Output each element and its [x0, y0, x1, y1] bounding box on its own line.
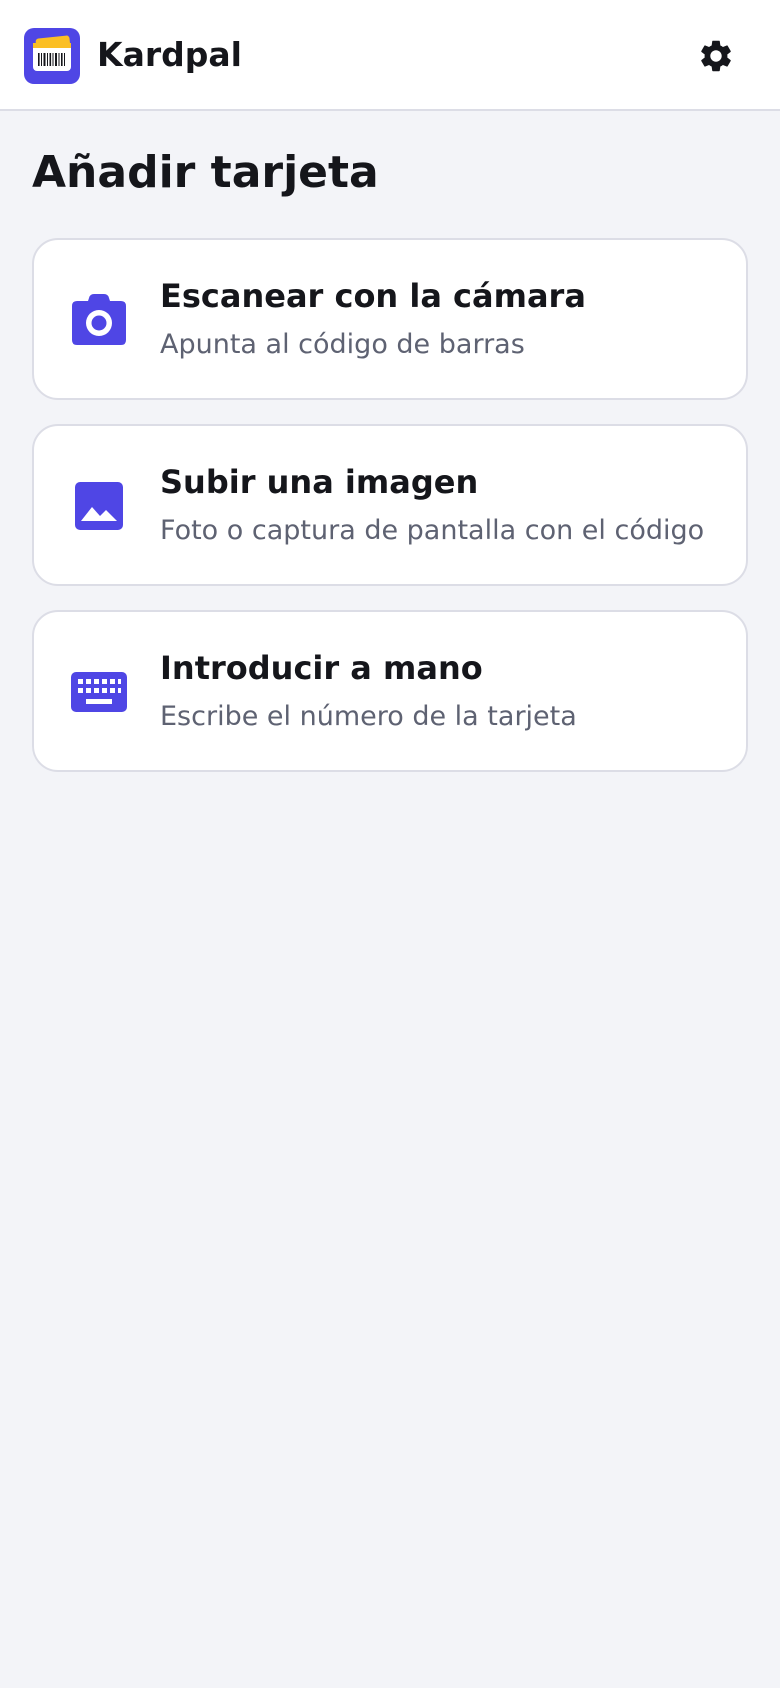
app-logo-icon	[24, 28, 80, 84]
app-bar: Kardpal	[0, 0, 780, 111]
option-manual-entry[interactable]: Introducir a mano Escribe el número de l…	[32, 610, 748, 772]
option-scan-camera[interactable]: Escanear con la cámara Apunta al código …	[32, 238, 748, 400]
page-title: Añadir tarjeta	[32, 147, 379, 198]
option-title: Introducir a mano	[160, 649, 483, 687]
option-upload-image[interactable]: Subir una imagen Foto o captura de panta…	[32, 424, 748, 586]
keyboard-icon	[70, 663, 128, 721]
option-title: Subir una imagen	[160, 463, 479, 501]
app-name: Kardpal	[97, 35, 242, 74]
image-icon	[70, 477, 128, 535]
option-subtitle: Foto o captura de pantalla con el código	[160, 515, 705, 546]
settings-button[interactable]	[690, 30, 742, 82]
camera-icon	[70, 291, 128, 349]
option-subtitle: Apunta al código de barras	[160, 329, 525, 360]
option-subtitle: Escribe el número de la tarjeta	[160, 701, 577, 732]
option-title: Escanear con la cámara	[160, 277, 586, 315]
gear-icon	[701, 40, 731, 72]
